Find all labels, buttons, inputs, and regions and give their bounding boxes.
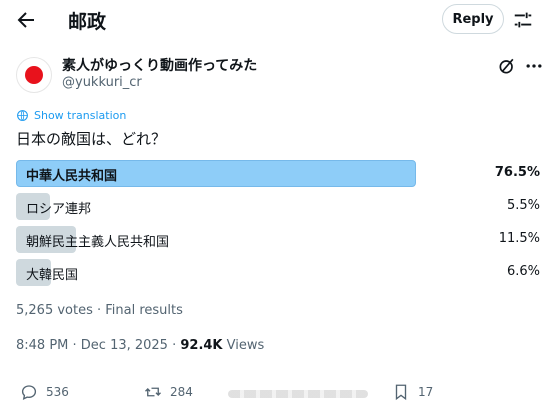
avatar[interactable] [16,57,52,93]
more-button[interactable] [524,56,544,76]
back-button[interactable] [14,8,38,32]
reply-action[interactable]: 536 [20,383,69,401]
poll-option: 大韓民国 6.6% [16,259,540,286]
poll-option-percent: 11.5% [498,231,540,246]
repost-icon [145,387,161,397]
poll-option-percent: 6.6% [506,264,540,279]
settings-sliders-icon [514,12,532,28]
poll-option-label: 大韓民国 [26,268,79,283]
author-handle[interactable]: @yukkuri_cr [62,75,142,90]
page-title: 邮政 [68,11,107,33]
liked-by-blurred [228,390,368,398]
bookmark-icon [395,384,407,401]
poll-option: ロシア連邦 5.5% [16,193,540,220]
views-count: 92.4K [180,338,223,353]
poll-option-label: 中華人民共和国 [26,169,118,184]
author-name[interactable]: 素人がゆっくり動画作ってみた [62,55,257,75]
repost-action[interactable]: 284 [144,383,193,401]
more-icon [526,64,542,68]
post-time[interactable]: 8:48 PM · Dec 13, 2025 · [16,338,180,353]
reply-icon [21,385,37,400]
poll-results-summary: 5,265 votes · Final results [16,303,183,318]
reply-button[interactable]: Reply [442,4,504,34]
post-text: 日本の敵国は、どれ？ [16,130,167,148]
reply-count: 536 [46,385,69,399]
action-bar: 536 284 17 [0,383,554,405]
post-timestamp: 8:48 PM · Dec 13, 2025 · 92.4K Views [16,338,264,353]
poll-option: 中華人民共和国 76.5% [16,160,540,187]
poll: 中華人民共和国 76.5% ロシア連邦 5.5% 朝鮮民主主義人民共和国 11.… [16,160,540,292]
top-bar: 邮政 Reply [0,0,554,40]
back-arrow-icon [17,12,34,28]
settings-button[interactable] [512,9,534,31]
grok-icon [499,58,514,74]
poll-option-label: ロシア連邦 [26,202,92,217]
bookmark-action[interactable]: 17 [392,383,433,401]
repost-count: 284 [170,385,193,399]
poll-option: 朝鮮民主主義人民共和国 11.5% [16,226,540,253]
show-translation-label: Show translation [34,109,127,122]
poll-option-percent: 5.5% [506,198,540,213]
show-translation-link[interactable]: Show translation [16,109,126,122]
poll-option-label: 朝鮮民主主義人民共和国 [26,235,170,250]
views-label: Views [222,338,265,353]
bookmark-count: 17 [418,385,434,399]
grok-button[interactable] [497,56,517,76]
poll-option-percent: 76.5% [494,165,540,180]
translate-icon [17,110,28,121]
